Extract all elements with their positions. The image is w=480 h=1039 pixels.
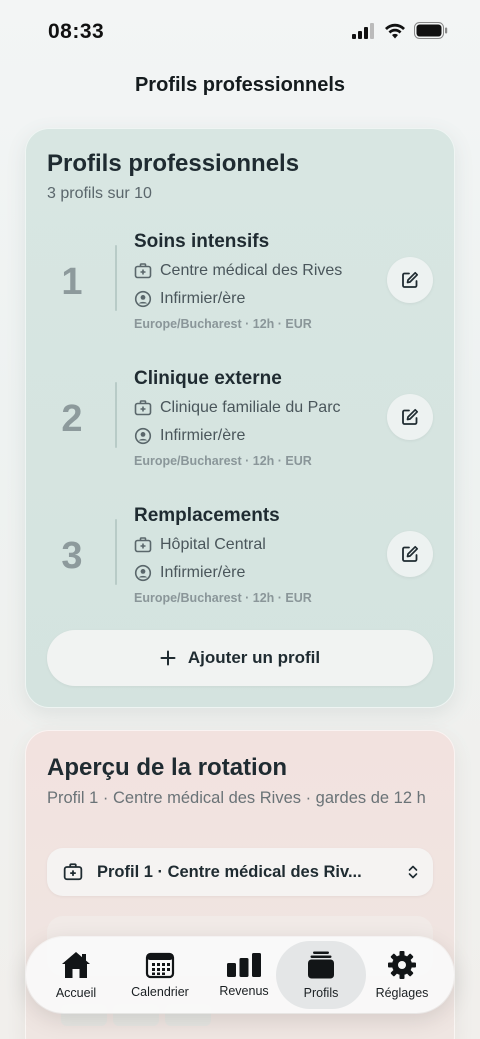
- tab-profils[interactable]: Profils: [281, 937, 361, 1013]
- battery-icon: [414, 22, 448, 39]
- add-profile-button[interactable]: Ajouter un profil: [47, 630, 433, 686]
- edit-profile-button[interactable]: [387, 257, 433, 303]
- profile-name: Clinique externe: [134, 368, 282, 389]
- tab-label: Réglages: [375, 986, 429, 1000]
- edit-profile-button[interactable]: [387, 394, 433, 440]
- profile-item[interactable]: 2 Clinique externe Clinique familiale du…: [25, 368, 455, 488]
- stack-icon: [308, 951, 334, 979]
- chevron-up-down-icon: [408, 865, 418, 879]
- tab-calendrier[interactable]: Calendrier: [120, 937, 200, 1013]
- profile-name: Soins intensifs: [134, 231, 270, 252]
- house-icon: [62, 952, 90, 978]
- edit-icon: [402, 408, 419, 425]
- person-circle-icon: [134, 564, 152, 582]
- profile-meta: Europe/Bucharest · 12h · EUR: [134, 317, 312, 331]
- profile-item[interactable]: 3 Remplacements Hôpital Central Infirmie…: [25, 505, 455, 625]
- tab-label: Revenus: [219, 984, 269, 998]
- tab-reglages[interactable]: Réglages: [366, 937, 438, 1013]
- profile-facility: Centre médical des Rives: [160, 262, 343, 279]
- tab-label: Profils: [303, 986, 339, 1000]
- medical-kit-icon: [134, 537, 152, 553]
- tab-accueil[interactable]: Accueil: [40, 937, 112, 1013]
- status-time: 08:33: [48, 20, 105, 43]
- person-circle-icon: [134, 290, 152, 308]
- profile-facility: Hôpital Central: [160, 536, 266, 553]
- medical-kit-icon: [134, 400, 152, 416]
- profile-facility-row: Hôpital Central: [134, 536, 266, 554]
- tab-revenus[interactable]: Revenus: [208, 937, 280, 1013]
- edit-icon: [402, 271, 419, 288]
- profile-role: Infirmier/ère: [160, 427, 246, 444]
- profile-role-row: Infirmier/ère: [134, 290, 245, 308]
- profile-divider: [115, 519, 117, 585]
- profile-meta: Europe/Bucharest · 12h · EUR: [134, 591, 312, 605]
- profile-name: Remplacements: [134, 505, 280, 526]
- page-title: Profils professionnels: [134, 74, 346, 96]
- bar-chart-icon: [227, 953, 261, 977]
- profile-role-row: Infirmier/ère: [134, 564, 245, 582]
- profile-facility-row: Centre médical des Rives: [134, 262, 342, 280]
- profiles-card: Profils professionnels 3 profils sur 10 …: [25, 128, 455, 708]
- profile-number: 1: [61, 261, 83, 303]
- edit-icon: [402, 545, 419, 562]
- profile-facility: Clinique familiale du Parc: [160, 399, 341, 416]
- cellular-signal-icon: [352, 22, 374, 39]
- profile-divider: [115, 245, 117, 311]
- profile-picker-value: Profil 1 · Centre médical des Riv...: [97, 862, 362, 881]
- medical-kit-icon: [134, 263, 152, 279]
- profile-role: Infirmier/ère: [160, 290, 246, 307]
- profile-divider: [115, 382, 117, 448]
- medical-kit-icon: [63, 863, 83, 881]
- rotation-title: Aperçu de la rotation: [47, 754, 288, 781]
- rotation-subtitle: Profil 1 · Centre médical des Rives · ga…: [47, 789, 426, 807]
- gear-icon: [388, 951, 416, 979]
- wifi-icon: [385, 23, 405, 38]
- tab-label: Calendrier: [131, 985, 189, 999]
- profile-role: Infirmier/ère: [160, 564, 246, 581]
- status-bar: 08:33: [0, 0, 480, 64]
- profile-number: 2: [61, 398, 83, 440]
- profile-picker[interactable]: Profil 1 · Centre médical des Riv...: [47, 848, 433, 896]
- add-profile-label: Ajouter un profil: [187, 648, 321, 667]
- tab-bar: Accueil Calendrier Revenus Profils Régla…: [26, 937, 454, 1013]
- person-circle-icon: [134, 427, 152, 445]
- plus-icon: [160, 650, 176, 666]
- status-icons: [352, 22, 448, 39]
- profile-meta: Europe/Bucharest · 12h · EUR: [134, 454, 312, 468]
- edit-profile-button[interactable]: [387, 531, 433, 577]
- tab-label: Accueil: [55, 986, 97, 1000]
- profiles-card-title: Profils professionnels: [47, 150, 300, 177]
- profile-item[interactable]: 1 Soins intensifs Centre médical des Riv…: [25, 231, 455, 351]
- profiles-count: 3 profils sur 10: [47, 185, 152, 202]
- profile-role-row: Infirmier/ère: [134, 427, 245, 445]
- calendar-icon: [145, 952, 175, 979]
- profile-facility-row: Clinique familiale du Parc: [134, 399, 341, 417]
- profile-number: 3: [61, 535, 83, 577]
